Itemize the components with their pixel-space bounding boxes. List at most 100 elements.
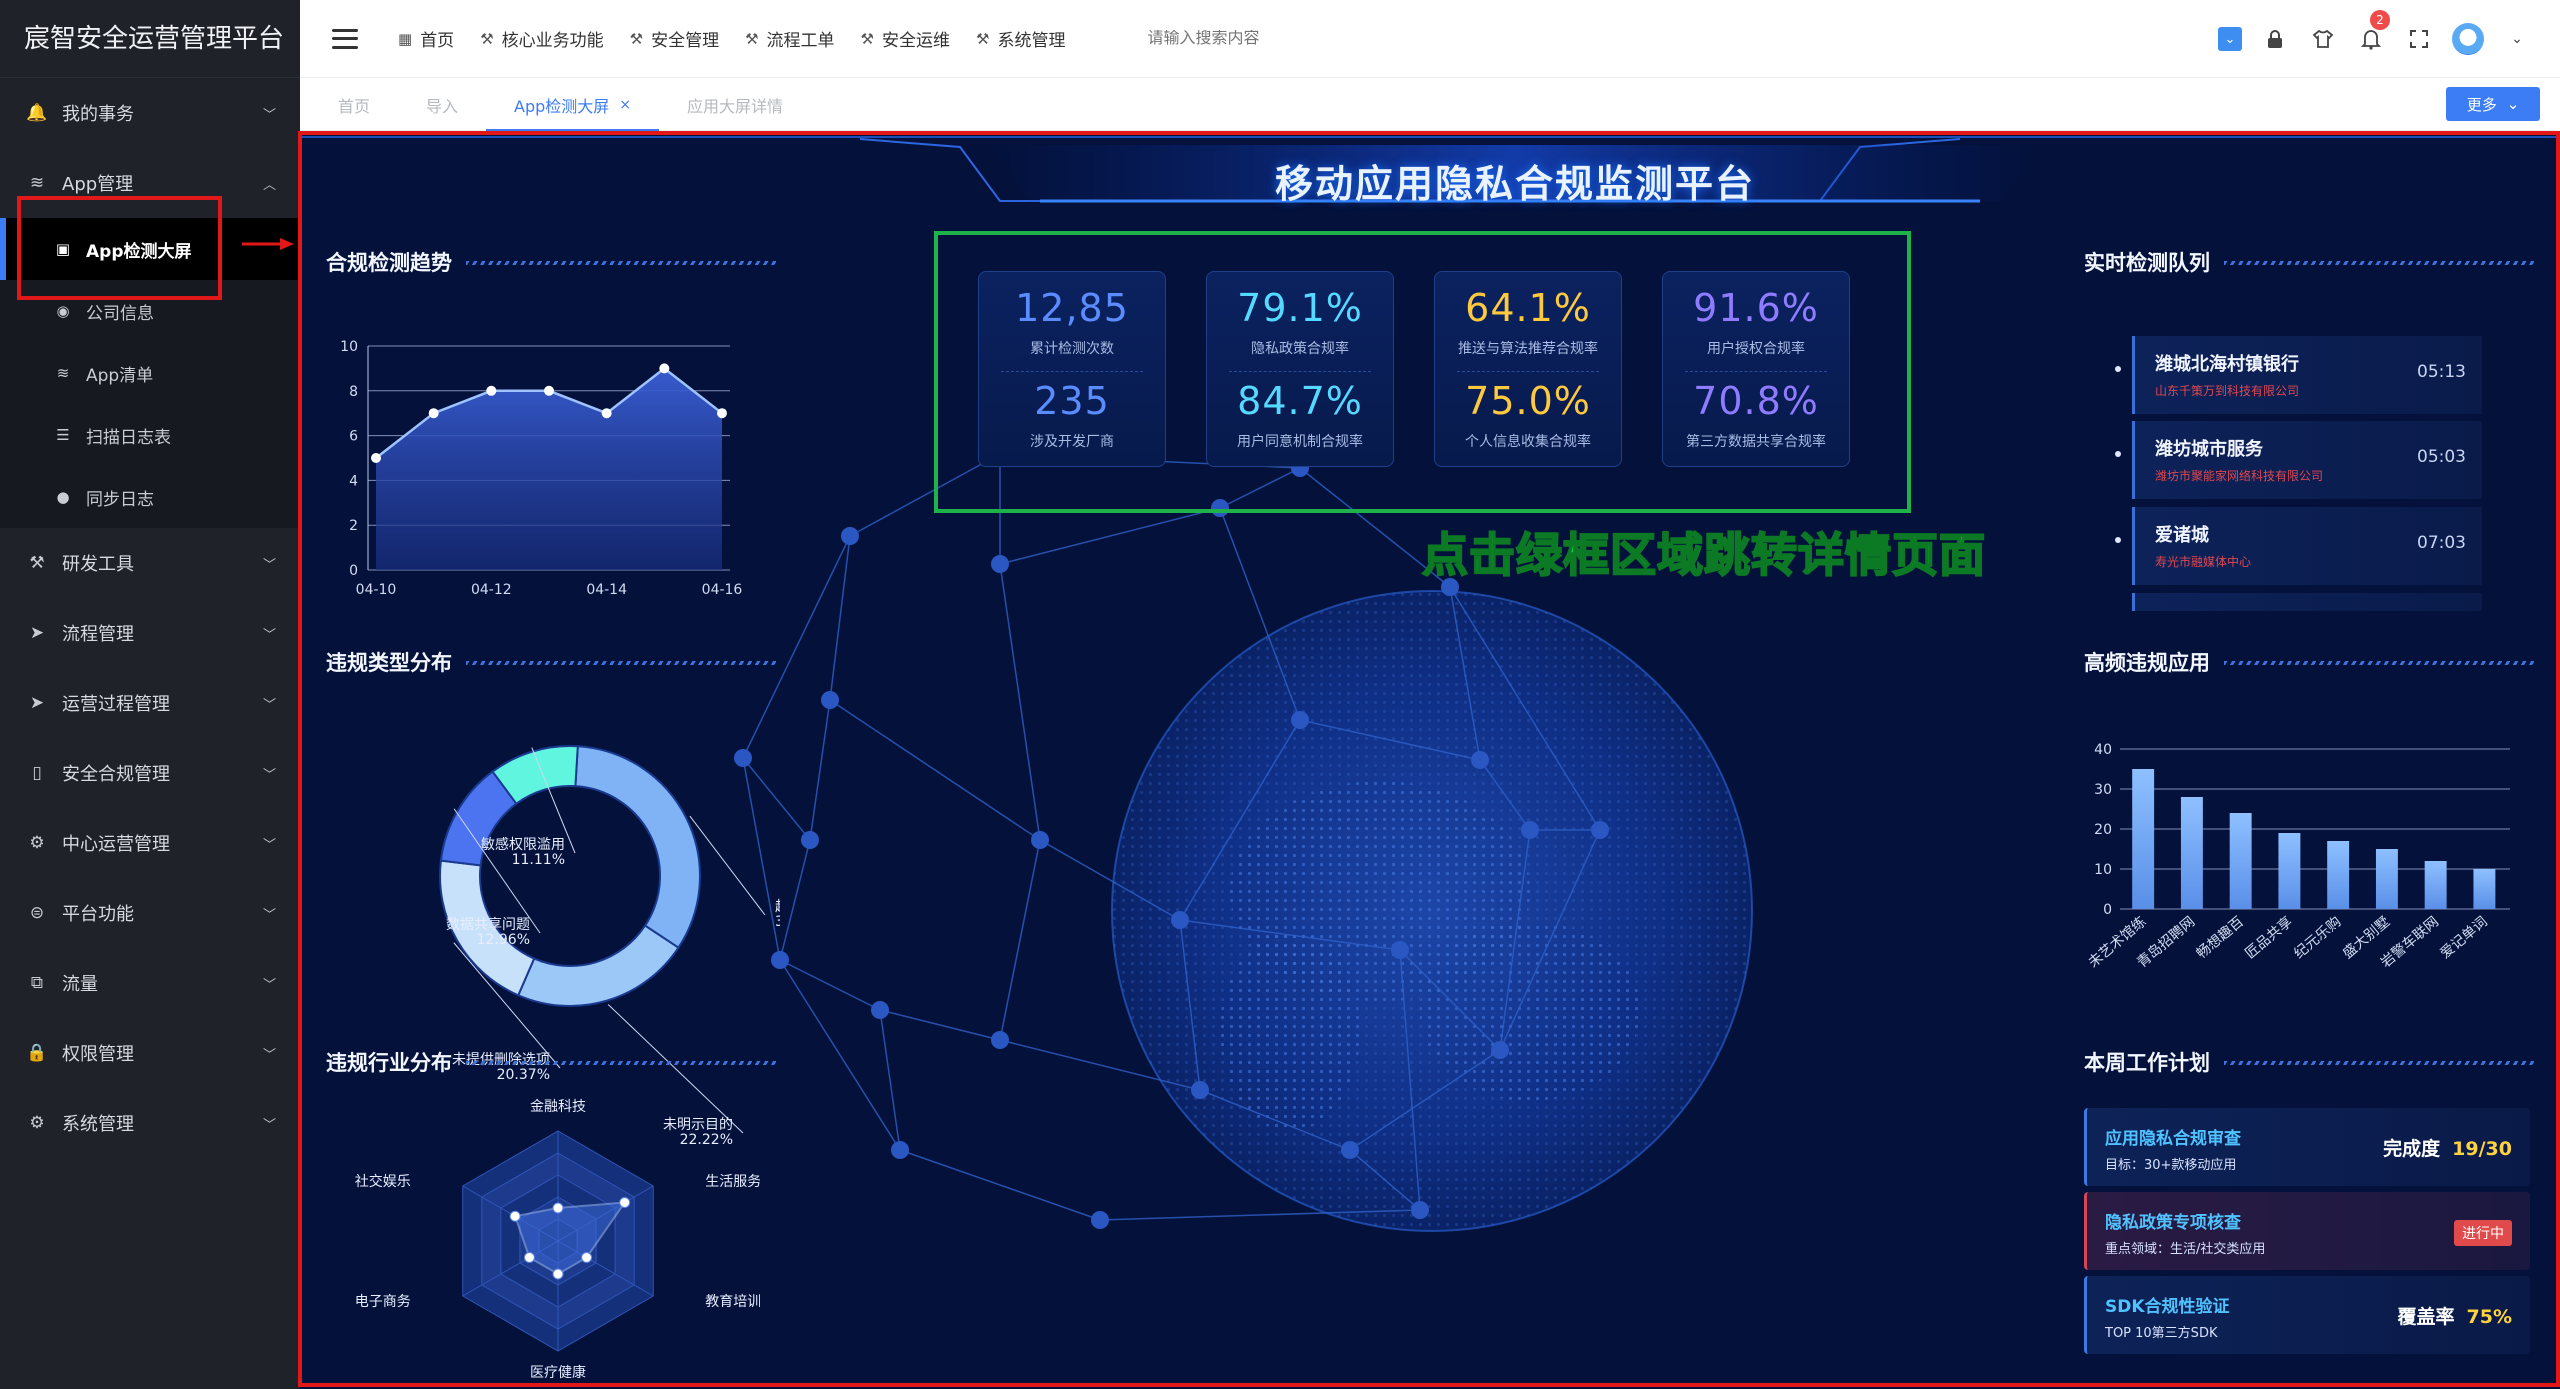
sidebar-subitem-4[interactable]: ● 同步日志 — [0, 466, 300, 528]
close-icon[interactable]: × — [619, 97, 631, 113]
kpi-group-link[interactable]: 12,85 累计检测次数 235 涉及开发厂商 79.1% 隐私政策合规率 84.7% 用户同… — [934, 231, 1911, 513]
sidebar-item-1[interactable]: ≋ App管理 ︿ — [0, 148, 300, 218]
kpi-label: 隐私政策合规率 — [1251, 341, 1349, 357]
tab-1[interactable]: 导入 — [398, 79, 486, 131]
sidebar-subitem-3[interactable]: ☰ 扫描日志表 — [0, 404, 300, 466]
radar-axis-label: 社交娱乐 — [355, 1173, 411, 1190]
sidebar-item-label: 平台功能 — [62, 904, 134, 925]
top-nav-label: 安全运维 — [882, 31, 950, 51]
donut-slice — [516, 924, 680, 1007]
tab-3[interactable]: 应用大屏详情 — [659, 79, 811, 131]
sidebar-item-7[interactable]: ⊜ 平台功能 ﹀ — [0, 878, 300, 948]
plan-metric-value: 19/30 — [2452, 1138, 2512, 1160]
panel-title-industry: 违规行业分布 — [326, 1045, 776, 1079]
top-nav-label: 首页 — [420, 31, 455, 51]
network-node — [1191, 1081, 1209, 1099]
tab-2[interactable]: App检测大屏 × — [486, 79, 660, 132]
network-link — [829, 535, 851, 701]
network-node — [1391, 941, 1409, 959]
work-plan-item[interactable]: SDK合规性验证 TOP 10第三方SDK 覆盖率 75% — [2084, 1276, 2530, 1354]
network-link — [999, 507, 1221, 565]
sidebar-subitem-2[interactable]: ≋ App清单 — [0, 342, 300, 404]
chevron-down-icon: ﹀ — [262, 107, 276, 123]
search-input[interactable] — [1147, 29, 1348, 48]
sidebar-item-label: 权限管理 — [62, 1044, 134, 1065]
sidebar-item-4[interactable]: ➤ 运营过程管理 ﹀ — [0, 668, 300, 738]
network-link — [999, 563, 1041, 841]
queue-item[interactable]: 潍城北海村镇银行 山东千策万到科技有限公司 05:13 — [2115, 336, 2482, 414]
chevron-down-icon[interactable]: ⌄ — [2502, 24, 2532, 54]
sidebar-item-10[interactable]: ⚙ 系统管理 ﹀ — [0, 1088, 300, 1158]
y-tick-label: 0 — [2103, 902, 2112, 918]
fullscreen-icon[interactable] — [2404, 24, 2434, 54]
kpi-divider — [1685, 371, 1827, 372]
sidebar-item-8[interactable]: ⧉ 流量 ﹀ — [0, 948, 300, 1018]
top-nav-item-4[interactable]: ⚒ 安全运维 — [861, 26, 950, 52]
x-tick-label: 畅想趣百 — [2194, 914, 2247, 962]
kpi-card[interactable]: 12,85 累计检测次数 235 涉及开发厂商 — [978, 271, 1166, 467]
bar — [2229, 813, 2252, 909]
work-plan-item[interactable]: 隐私政策专项核查 重点领域：生活/社交类应用 进行中 — [2084, 1192, 2530, 1270]
kpi-label: 累计检测次数 — [1030, 341, 1114, 357]
y-tick-label: 30 — [2094, 782, 2112, 798]
sidebar-subitem-1[interactable]: ◉ 公司信息 — [0, 280, 300, 342]
sidebar-item-5[interactable]: ▯ 安全合规管理 ﹀ — [0, 738, 300, 808]
kpi-value: 235 — [1034, 379, 1110, 423]
sidebar-item-2[interactable]: ⚒ 研发工具 ﹀ — [0, 528, 300, 598]
top-nav-item-3[interactable]: ⚒ 流程工单 — [745, 26, 834, 52]
data-point — [371, 453, 381, 463]
tab-0[interactable]: 首页 — [310, 79, 398, 131]
more-button[interactable]: 更多 ⌄ — [2446, 87, 2540, 121]
radar-point — [552, 1202, 564, 1214]
collapse-toggle-icon[interactable]: ⌄ — [2218, 27, 2242, 51]
network-node — [871, 1001, 889, 1019]
radar-axis-label: 医疗健康 — [530, 1364, 586, 1381]
top-nav-item-1[interactable]: ⚒ 核心业务功能 — [480, 26, 603, 52]
top-nav-item-0[interactable]: ▦ 首页 — [398, 26, 455, 52]
bar — [2473, 869, 2496, 909]
kpi-card[interactable]: 79.1% 隐私政策合规率 84.7% 用户同意机制合规率 — [1206, 271, 1394, 467]
kpi-value: 12,85 — [1015, 286, 1129, 330]
lock-icon[interactable] — [2260, 24, 2290, 54]
hamburger-menu-icon[interactable] — [332, 28, 358, 49]
kpi-card[interactable]: 91.6% 用户授权合规率 70.8% 第三方数据共享合规率 — [1662, 271, 1850, 467]
top-nav-item-5[interactable]: ⚒ 系统管理 — [976, 26, 1066, 52]
user-avatar[interactable] — [2452, 23, 2484, 55]
top-nav-label: 系统管理 — [997, 31, 1066, 51]
chevron-down-icon: ﹀ — [262, 697, 276, 713]
network-node — [821, 691, 839, 709]
sidebar-item-label: 中心运营管理 — [62, 834, 170, 855]
sidebar-item-0[interactable]: 🔔 我的事务 ﹀ — [0, 78, 300, 148]
top-bar: ▦ 首页 ⚒ 核心业务功能 ⚒ 安全管理 ⚒ 流程工单 ⚒ 安全运维 ⚒ 系统管理 ⌄ 2 ⌄ — [300, 0, 2560, 78]
radar-axis-label: 金融科技 — [530, 1099, 586, 1115]
kpi-value: 91.6% — [1693, 286, 1819, 330]
bell-notification-icon[interactable]: 2 — [2356, 10, 2390, 54]
panel-title-top-apps-text: 高频违规应用 — [2084, 651, 2210, 675]
queue-item[interactable]: 爱诸城 寿光市融媒体中心 07:03 — [2115, 507, 2482, 585]
radar-point — [619, 1197, 631, 1208]
sidebar-item-6[interactable]: ⚙ 中心运营管理 ﹀ — [0, 808, 300, 878]
network-node — [1091, 1211, 1109, 1229]
queue-item[interactable]: 潍坊城市服务 潍坊市聚能家网络科技有限公司 05:03 — [2115, 421, 2482, 499]
slice-percent: 33.34% — [775, 914, 780, 930]
data-point — [659, 363, 670, 374]
queue-item[interactable]: 潍坊城市服务 — [2132, 593, 2482, 611]
work-plan-item[interactable]: 应用隐私合规审查 目标：30+款移动应用 完成度 19/30 — [2084, 1108, 2530, 1186]
bullet-icon — [2115, 366, 2121, 372]
x-tick-label: 04-14 — [586, 582, 627, 598]
sidebar-item-3[interactable]: ➤ 流程管理 ﹀ — [0, 598, 300, 668]
network-node — [1491, 1041, 1509, 1059]
shirt-theme-icon[interactable] — [2308, 24, 2338, 54]
network-link — [809, 699, 831, 841]
y-tick-label: 40 — [2094, 742, 2112, 758]
kpi-divider — [1229, 371, 1371, 372]
sidebar-item-label: 系统管理 — [62, 1114, 134, 1135]
kpi-card[interactable]: 64.1% 推送与算法推荐合规率 75.0% 个人信息收集合规率 — [1434, 271, 1622, 467]
sidebar-item-9[interactable]: 🔒 权限管理 ﹀ — [0, 1018, 300, 1088]
app-logo-title: 宸智安全运营管理平台 — [0, 0, 300, 78]
radar-point — [523, 1252, 535, 1263]
top-nav-item-2[interactable]: ⚒ 安全管理 — [630, 26, 719, 52]
tab-list: 首页 导入 App检测大屏 × 应用大屏详情 — [310, 79, 811, 132]
y-tick-label: 4 — [349, 473, 358, 489]
kpi-divider — [1457, 371, 1599, 372]
